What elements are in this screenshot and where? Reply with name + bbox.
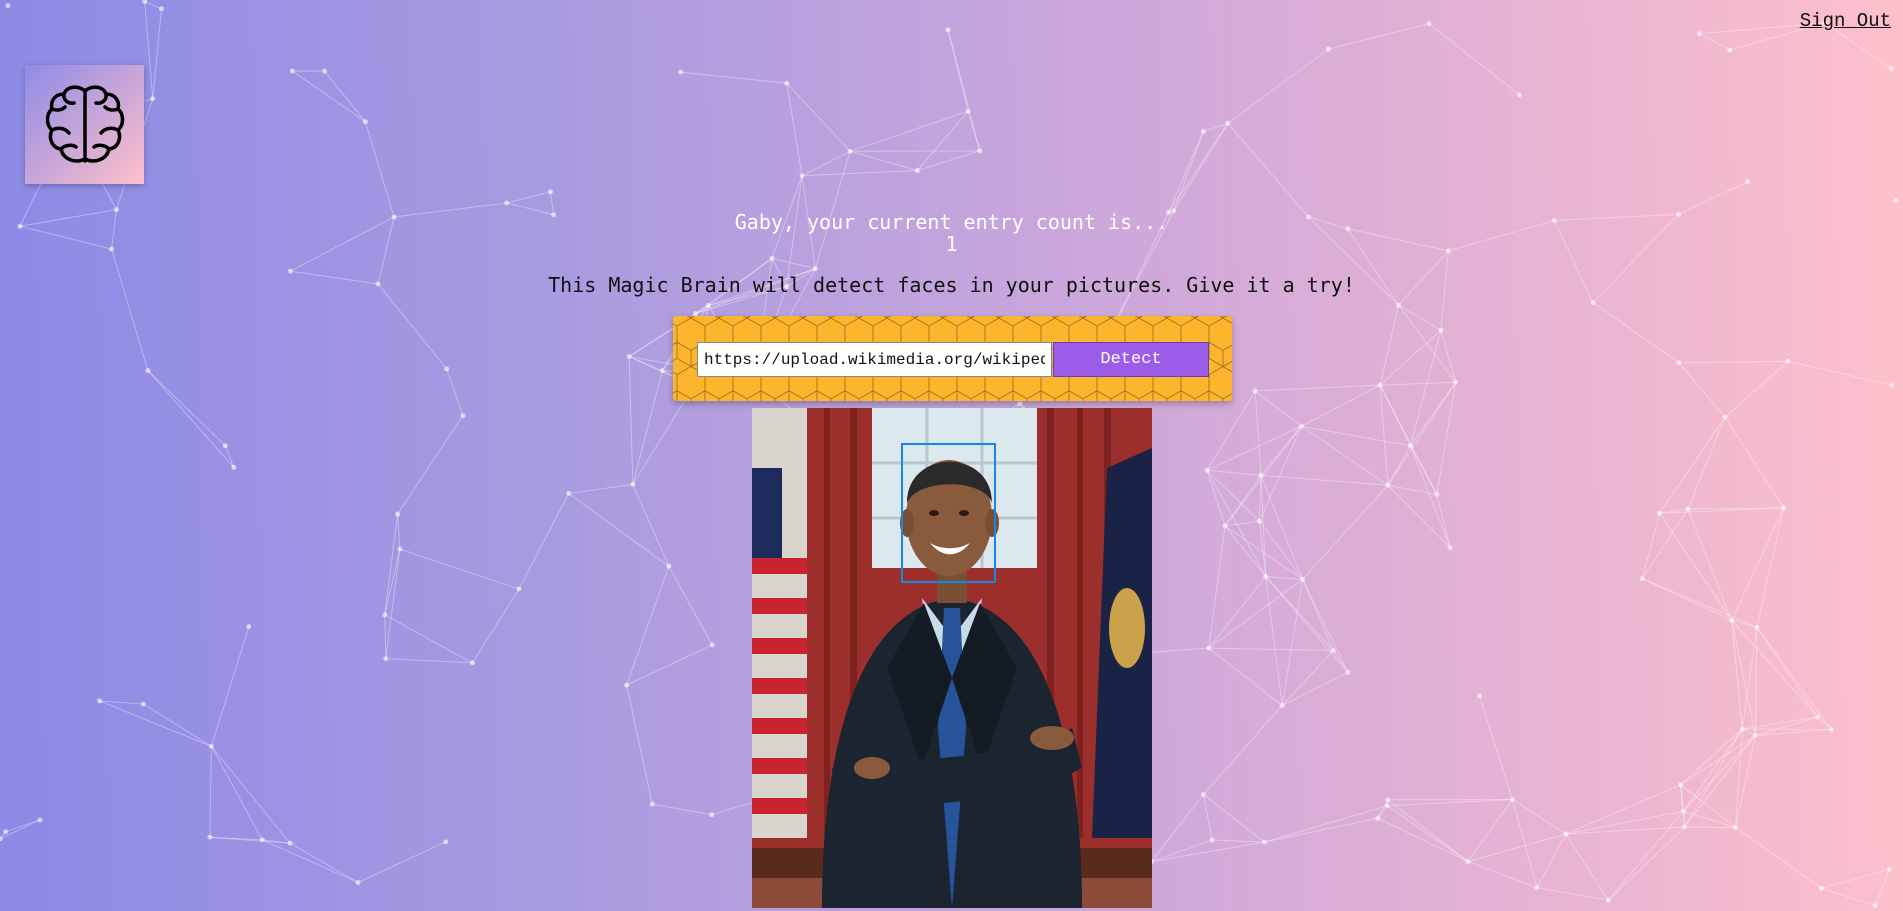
face-bounding-box xyxy=(901,443,996,583)
image-url-input[interactable] xyxy=(697,342,1052,377)
logo-tile xyxy=(25,65,144,184)
brain-icon xyxy=(45,84,124,163)
result-image xyxy=(752,408,1152,908)
detect-button[interactable]: Detect xyxy=(1053,342,1209,377)
sign-out-link[interactable]: Sign Out xyxy=(1800,10,1891,32)
intro-text: This Magic Brain will detect faces in yo… xyxy=(548,273,1355,297)
image-link-form: Detect xyxy=(673,316,1232,401)
entry-count-value: 1 xyxy=(945,232,958,256)
entry-count-message: Gaby, your current entry count is... xyxy=(734,210,1169,234)
